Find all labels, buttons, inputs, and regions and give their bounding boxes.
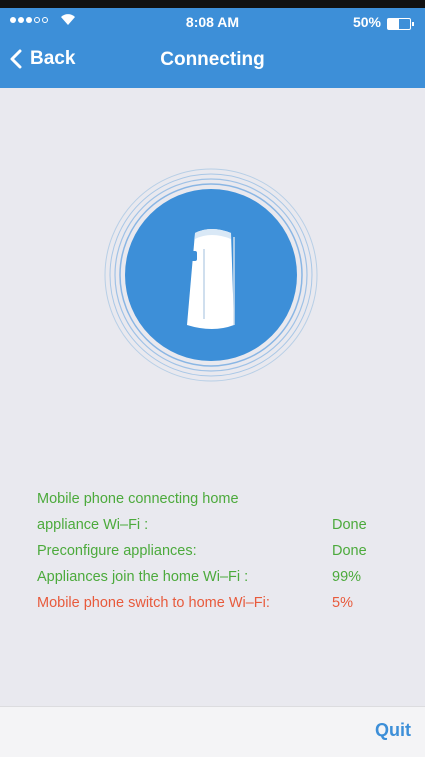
progress-step: Mobile phone connecting home bbox=[37, 486, 397, 512]
progress-step-label: appliance Wi–Fi : bbox=[37, 517, 149, 533]
bottom-bar: Quit bbox=[0, 706, 425, 757]
progress-step-label: Appliances join the home Wi–Fi : bbox=[37, 569, 249, 585]
page-title: Connecting bbox=[160, 49, 265, 70]
progress-step-label: Mobile phone connecting home bbox=[37, 491, 239, 507]
progress-step-status: 99% bbox=[332, 569, 362, 585]
portable-air-conditioner-icon bbox=[187, 229, 235, 329]
progress-step-status: 5% bbox=[332, 595, 353, 611]
battery-icon bbox=[387, 18, 414, 30]
progress-step-label: Preconfigure appliances: bbox=[37, 543, 197, 559]
progress-step: Mobile phone switch to home Wi–Fi: 5% bbox=[37, 590, 397, 616]
progress-step: Preconfigure appliances: Done bbox=[37, 538, 397, 564]
connecting-animation bbox=[104, 168, 318, 382]
quit-button[interactable]: Quit bbox=[375, 720, 411, 741]
progress-step-status: Done bbox=[332, 543, 367, 559]
navigation-bar: Back Connecting bbox=[0, 40, 425, 86]
battery-percentage: 50% bbox=[352, 14, 381, 30]
connection-progress-list: Mobile phone connecting home appliance W… bbox=[37, 486, 397, 616]
progress-step-label: Mobile phone switch to home Wi–Fi: bbox=[37, 595, 270, 611]
app-header: 8:08 AM 50% Back Connecting bbox=[0, 8, 425, 88]
device-top-bezel bbox=[0, 0, 425, 8]
progress-step-status: Done bbox=[332, 517, 367, 533]
progress-step: appliance Wi–Fi : Done bbox=[37, 512, 397, 538]
progress-step: Appliances join the home Wi–Fi : 99% bbox=[37, 564, 397, 590]
status-bar: 8:08 AM 50% bbox=[0, 8, 425, 38]
